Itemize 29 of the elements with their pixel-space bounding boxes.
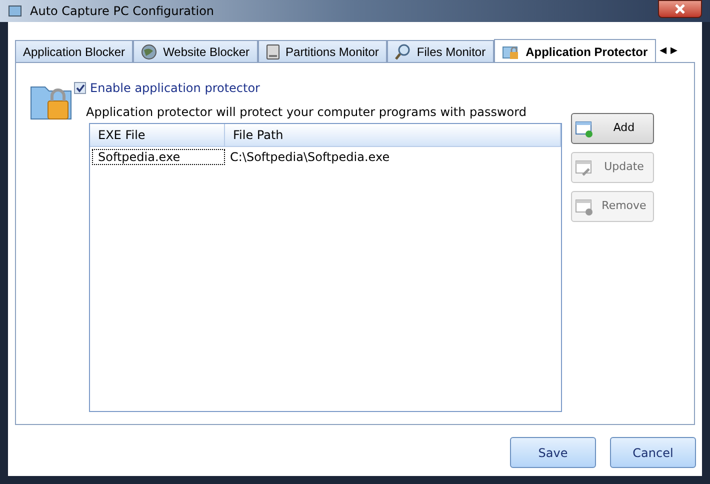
tab[interactable]: Files Monitor (386, 40, 494, 62)
tab[interactable]: Website Blocker (133, 40, 258, 62)
tab-scroll-button[interactable]: ◀ (660, 46, 667, 56)
table-row[interactable]: Softpedia.exe C:\Softpedia\Softpedia.exe (90, 147, 561, 167)
column-header[interactable]: EXE File (90, 124, 225, 146)
window-minus-icon (575, 198, 594, 216)
footer-button[interactable]: Cancel (610, 437, 696, 468)
tab[interactable]: Partitions Monitor (258, 40, 387, 62)
close-button[interactable] (658, 0, 702, 18)
enable-checkbox[interactable]: Enable application protector (74, 79, 654, 97)
folder-lock-icon (502, 44, 520, 60)
table-cell: Softpedia.exe (92, 149, 225, 165)
magnifier-icon (394, 44, 411, 60)
footer-button[interactable]: Save (510, 437, 596, 468)
action-button[interactable]: Add (571, 113, 654, 144)
table-cell-text: C:\Softpedia\Softpedia.exe (229, 149, 391, 165)
tab-scroll-button[interactable]: ▶ (670, 46, 678, 56)
description-text: Application protector will protect your computer programs with password (86, 104, 528, 121)
app-icon (8, 4, 22, 18)
window-pencil-icon (575, 158, 594, 176)
globe-icon (141, 44, 158, 60)
drive-icon (266, 44, 280, 60)
tab[interactable]: Application Protector (494, 39, 656, 62)
window-plus-icon (575, 120, 594, 138)
window-title: Auto Capture PC Configuration (30, 3, 216, 20)
check-icon (76, 84, 84, 92)
close-icon (675, 4, 685, 14)
column-header[interactable]: File Path (225, 124, 561, 146)
tab[interactable]: Application Blocker (15, 40, 134, 62)
